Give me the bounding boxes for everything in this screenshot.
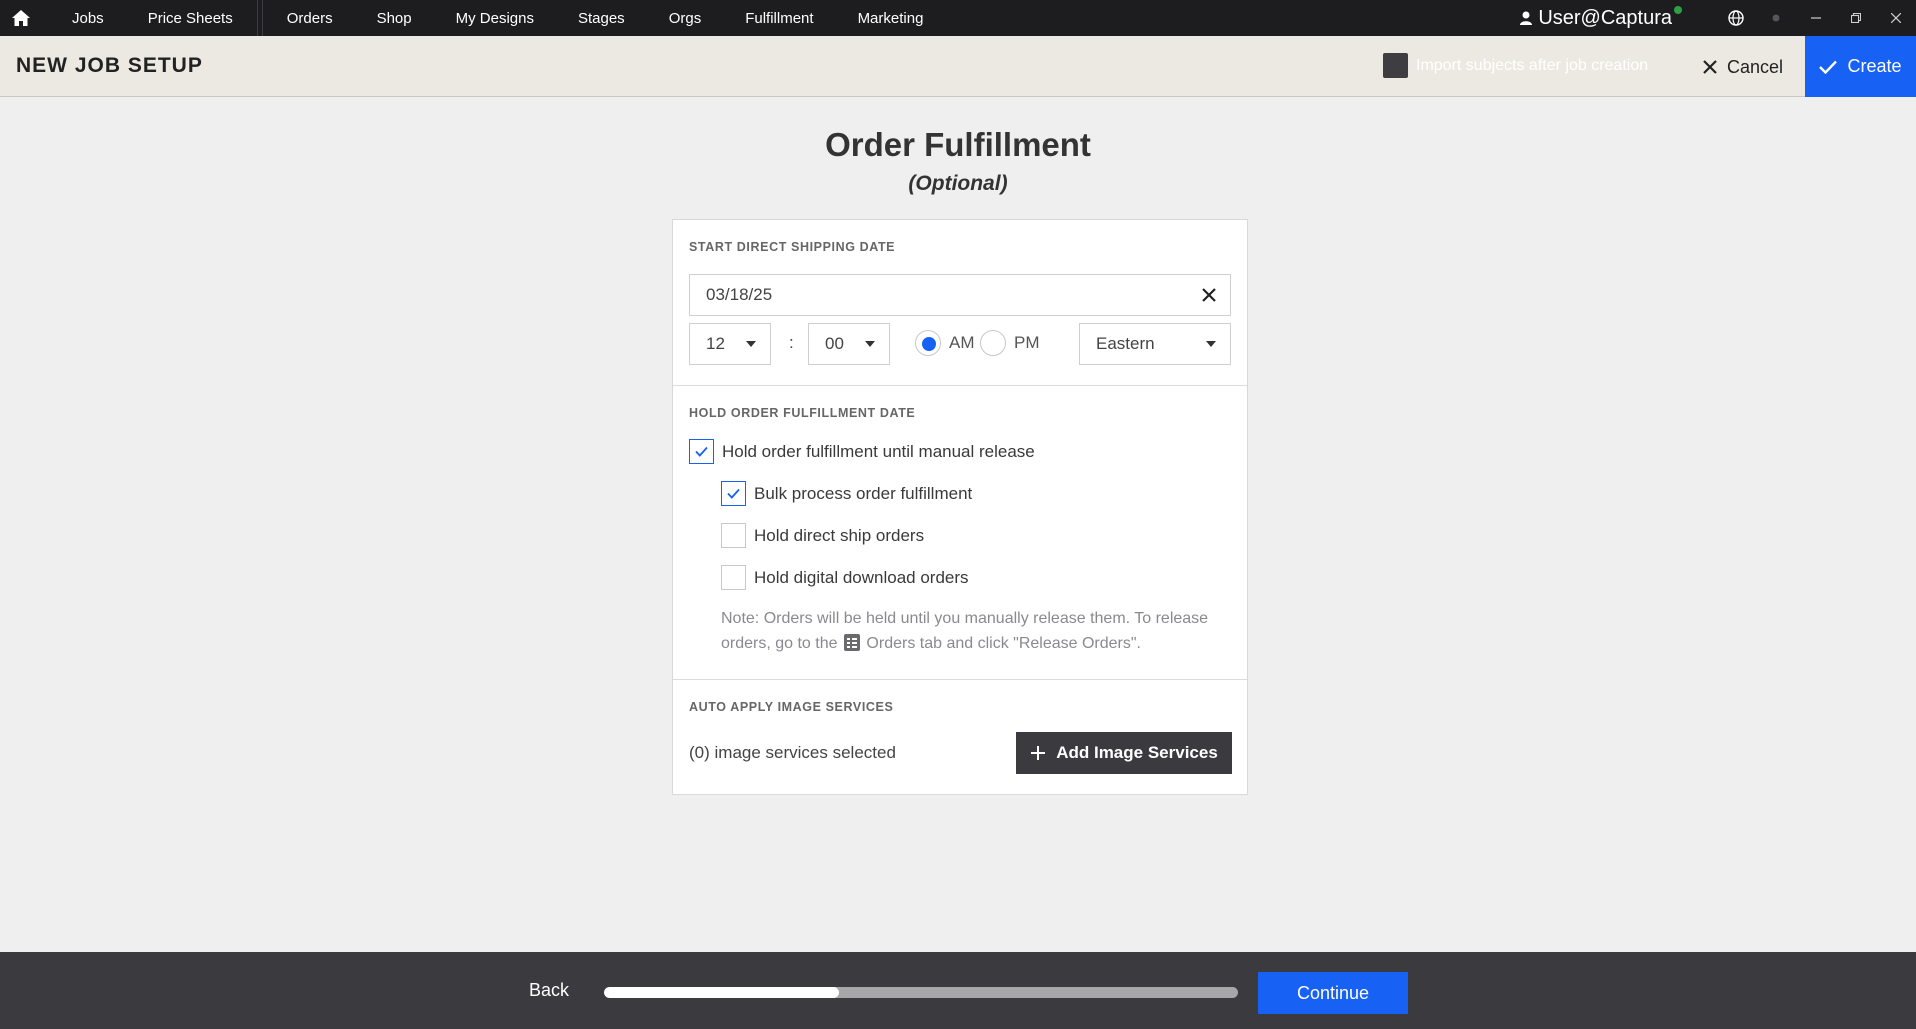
orders-tab-icon (843, 634, 860, 651)
import-subjects-option[interactable]: Import subjects after job creation (1383, 53, 1648, 78)
hold-digital-download-label: Hold digital download orders (754, 567, 969, 587)
shipping-date-value: 03/18/25 (706, 285, 773, 304)
pm-radio-option[interactable]: PM (980, 330, 1040, 356)
restore-button[interactable] (1836, 0, 1876, 36)
pm-label: PM (1014, 333, 1040, 352)
note-text-suffix: Orders tab and click "Release Orders". (866, 635, 1141, 652)
cancel-button[interactable]: Cancel (1703, 50, 1783, 84)
home-icon (12, 10, 30, 26)
user-menu[interactable]: User@Captura (1520, 6, 1716, 30)
pm-radio[interactable] (980, 330, 1006, 356)
minute-select[interactable]: 00 (808, 323, 890, 365)
status-indicator (1756, 0, 1796, 36)
checkmark-icon (727, 488, 740, 499)
nav-jobs[interactable]: Jobs (42, 0, 126, 36)
hour-value: 12 (706, 334, 725, 353)
timezone-select[interactable]: Eastern (1079, 323, 1231, 365)
image-services-section: AUTO APPLY IMAGE SERVICES (0) image serv… (673, 680, 1247, 795)
clear-date-icon[interactable] (1198, 284, 1220, 306)
add-image-services-label: Add Image Services (1056, 743, 1218, 762)
minimize-button[interactable] (1796, 0, 1836, 36)
nav-stages[interactable]: Stages (556, 0, 647, 36)
user-icon (1520, 11, 1533, 25)
user-name: User@Captura (1538, 6, 1672, 29)
chevron-down-icon (1206, 341, 1216, 347)
chevron-down-icon (746, 341, 756, 347)
add-image-services-button[interactable]: Add Image Services (1016, 732, 1232, 774)
plus-icon (1031, 746, 1046, 760)
page-subtitle: (Optional) (908, 172, 1008, 195)
nav-divider (256, 0, 258, 36)
job-setup-header: NEW JOB SETUP Import subjects after job … (0, 36, 1916, 97)
bulk-process-label: Bulk process order fulfillment (754, 483, 973, 503)
am-radio-option[interactable]: AM (915, 330, 975, 356)
minimize-icon (1811, 17, 1821, 19)
continue-button[interactable]: Continue (1258, 972, 1408, 1014)
hold-fulfillment-label: HOLD ORDER FULFILLMENT DATE (689, 406, 916, 420)
globe-icon (1728, 10, 1744, 26)
minute-value: 00 (825, 334, 844, 353)
wizard-footer: Back Continue (0, 952, 1916, 1029)
hold-fulfillment-section: HOLD ORDER FULFILLMENT DATE Hold order f… (673, 386, 1247, 680)
am-label: AM (949, 333, 975, 352)
checkmark-icon (695, 446, 708, 457)
page-title: Order Fulfillment (825, 126, 1091, 163)
home-button[interactable] (0, 0, 42, 36)
image-services-label: AUTO APPLY IMAGE SERVICES (689, 700, 894, 714)
status-dot-icon (1772, 14, 1780, 22)
back-button[interactable]: Back (529, 980, 569, 1001)
nav-orgs[interactable]: Orgs (647, 0, 724, 36)
setup-progress-bar (604, 987, 1238, 998)
cancel-label: Cancel (1727, 56, 1784, 77)
image-services-count: (0) image services selected (689, 743, 896, 762)
hour-select[interactable]: 12 (689, 323, 771, 365)
hold-digital-download-option[interactable]: Hold digital download orders (721, 565, 969, 590)
hold-until-release-checkbox[interactable] (689, 439, 714, 464)
bulk-process-checkbox[interactable] (721, 481, 746, 506)
fulfillment-card: START DIRECT SHIPPING DATE 03/18/25 12 :… (672, 219, 1248, 795)
hold-digital-download-checkbox[interactable] (721, 565, 746, 590)
close-icon (1703, 60, 1717, 74)
am-radio[interactable] (915, 330, 941, 356)
create-label: Create (1847, 56, 1902, 76)
nav-price-sheets[interactable]: Price Sheets (126, 0, 255, 36)
globe-button[interactable] (1716, 0, 1756, 36)
hold-until-release-label: Hold order fulfillment until manual rele… (722, 441, 1035, 461)
hold-direct-ship-checkbox[interactable] (721, 523, 746, 548)
hold-direct-ship-label: Hold direct ship orders (754, 525, 925, 545)
setup-progress-fill (604, 987, 839, 998)
nav-marketing[interactable]: Marketing (836, 0, 946, 36)
nav-orders[interactable]: Orders (265, 0, 355, 36)
nav-shop[interactable]: Shop (355, 0, 434, 36)
create-button[interactable]: Create (1805, 36, 1916, 97)
online-status-icon (1674, 6, 1682, 14)
bulk-process-option[interactable]: Bulk process order fulfillment (721, 481, 972, 506)
timezone-value: Eastern (1096, 334, 1155, 353)
shipping-date-section: START DIRECT SHIPPING DATE 03/18/25 12 :… (673, 220, 1247, 386)
hold-until-release-option[interactable]: Hold order fulfillment until manual rele… (689, 439, 1035, 464)
import-subjects-label: Import subjects after job creation (1416, 56, 1649, 74)
nav-divider (261, 0, 263, 36)
close-icon (1891, 13, 1901, 23)
time-separator: : (789, 333, 794, 352)
hold-note: Note: Orders will be held until you manu… (721, 606, 1231, 656)
nav-fulfillment[interactable]: Fulfillment (723, 0, 835, 36)
chevron-down-icon (865, 341, 875, 347)
shipping-date-input[interactable]: 03/18/25 (689, 274, 1231, 316)
shipping-date-label: START DIRECT SHIPPING DATE (689, 240, 896, 254)
checkmark-icon (1819, 60, 1838, 74)
hold-direct-ship-option[interactable]: Hold direct ship orders (721, 523, 924, 548)
import-subjects-checkbox[interactable] (1383, 53, 1408, 78)
page-header-title: NEW JOB SETUP (16, 54, 203, 77)
nav-my-designs[interactable]: My Designs (434, 0, 556, 36)
restore-icon (1851, 13, 1861, 23)
window-close-button[interactable] (1876, 0, 1916, 36)
top-nav: Jobs Price Sheets Orders Shop My Designs… (0, 0, 1916, 36)
